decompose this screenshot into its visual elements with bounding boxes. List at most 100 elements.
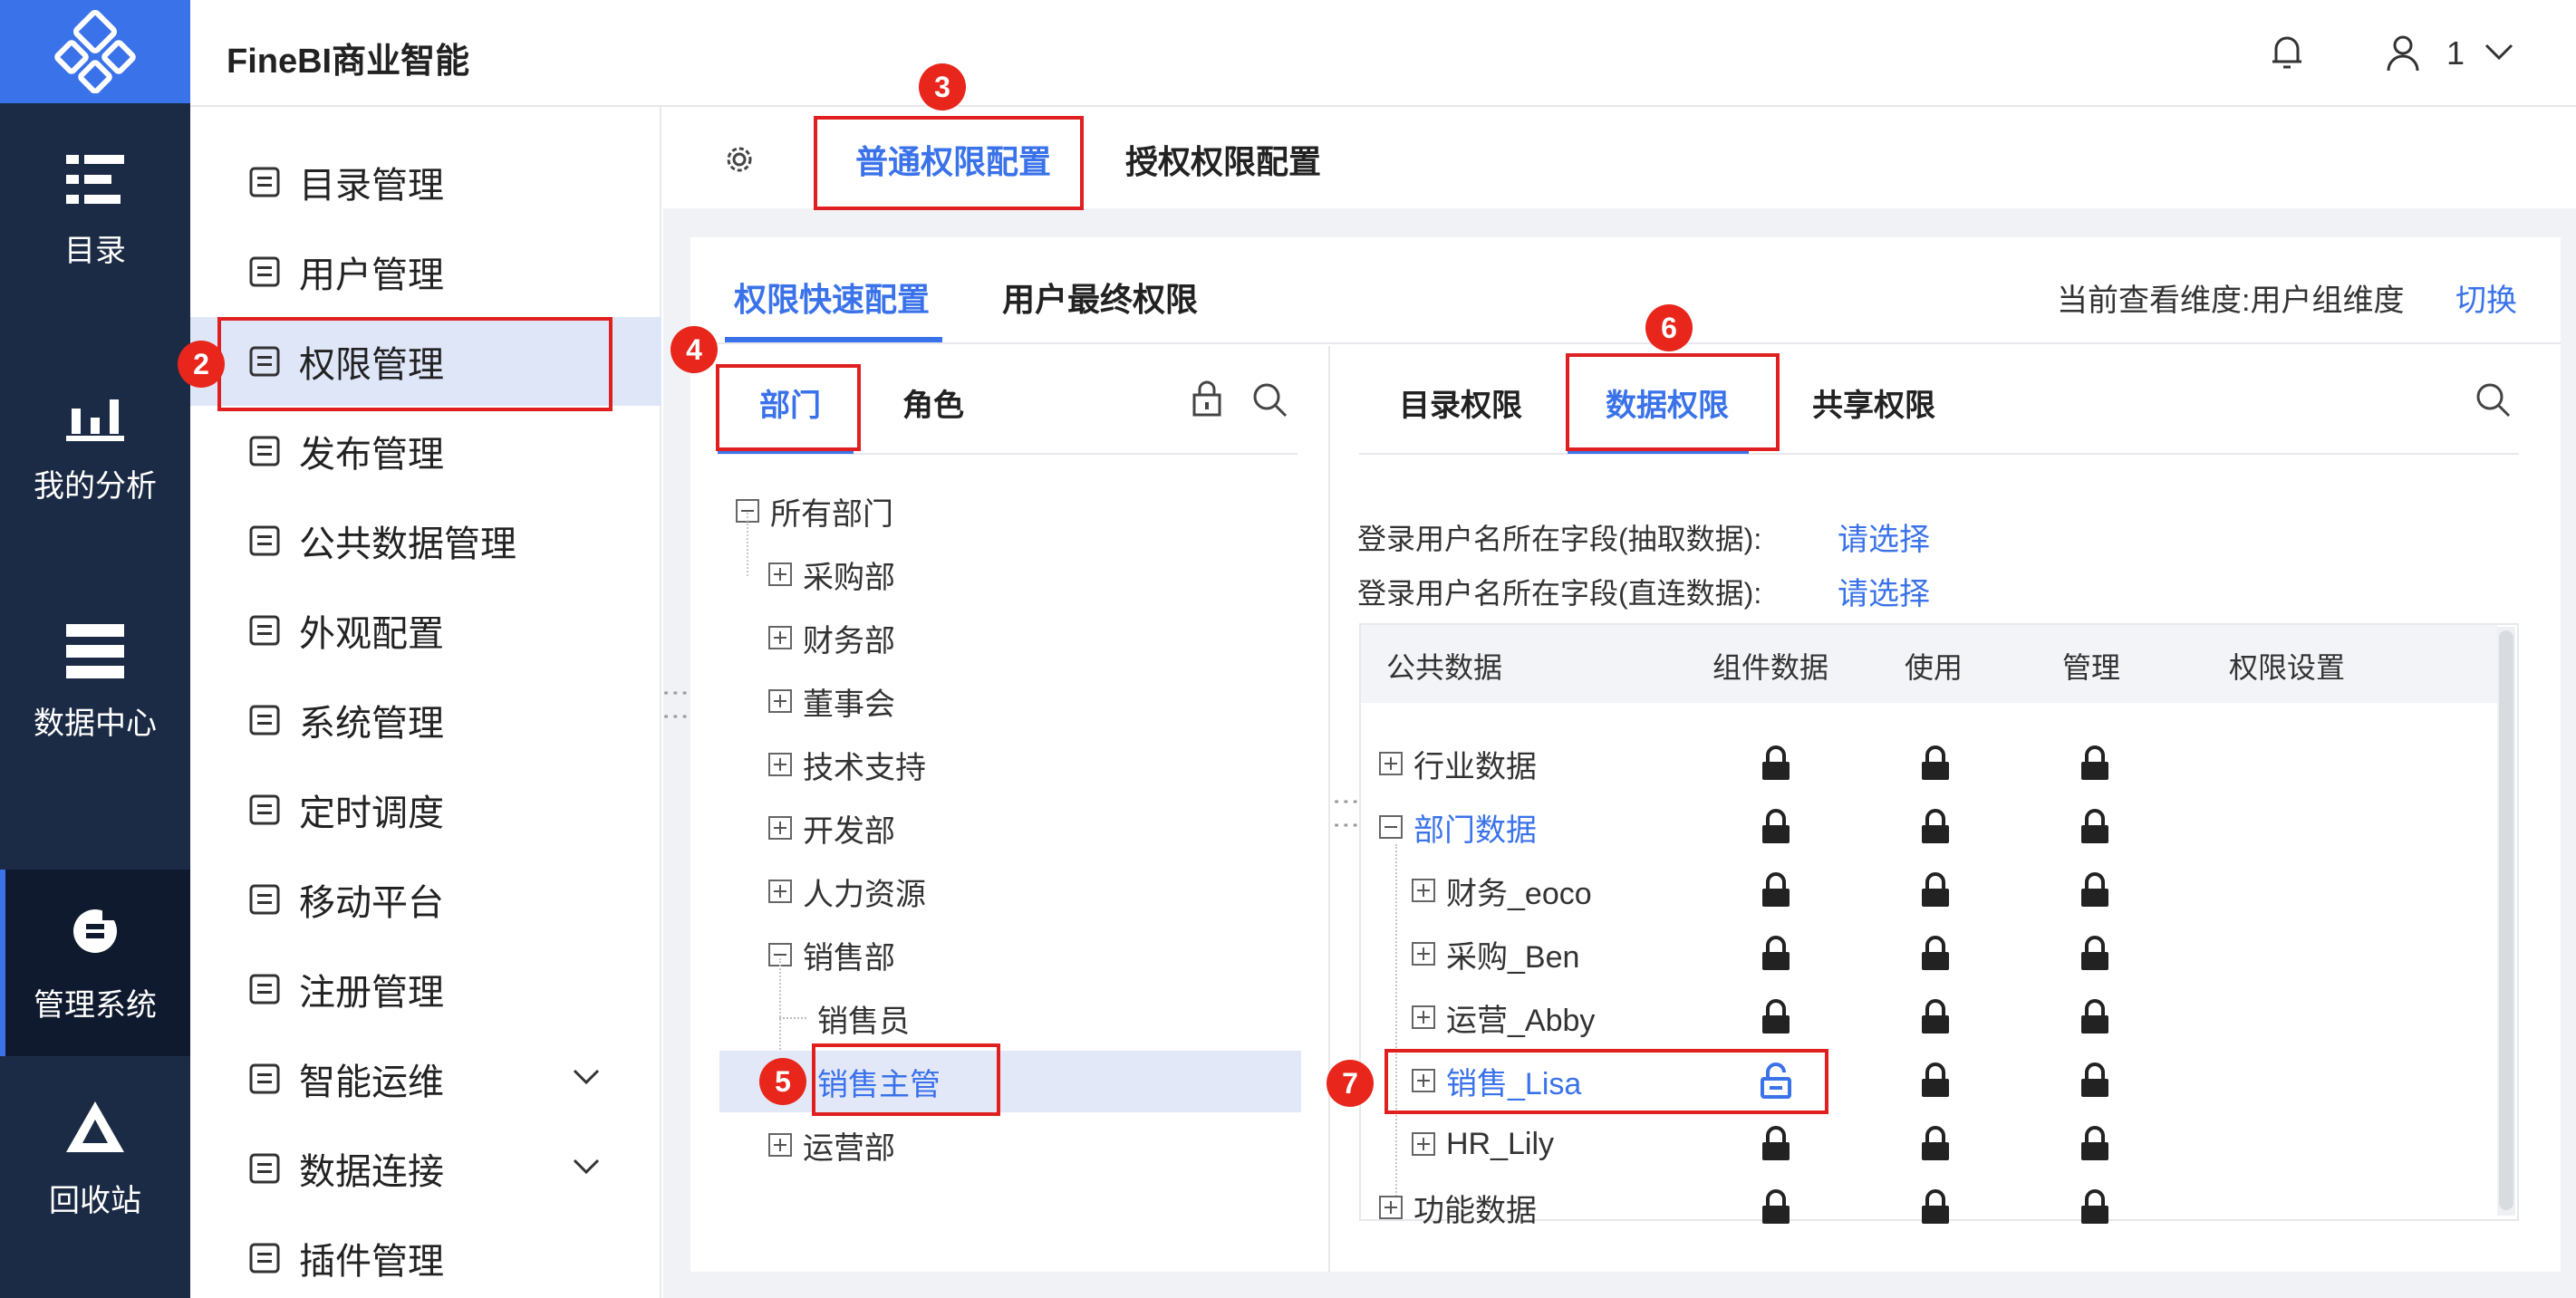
column-component-data: 组件数据 [1713, 651, 1829, 684]
lock-icon[interactable] [1189, 380, 1225, 417]
user-icon[interactable] [2383, 33, 2423, 72]
expand-icon[interactable] [1412, 1132, 1435, 1156]
manage-lock-icon[interactable] [2079, 1126, 2111, 1162]
use-lock-icon[interactable] [1919, 999, 1952, 1035]
tree-node-salesperson[interactable]: 销售员 [779, 987, 910, 1049]
rail-item-recycle[interactable]: 回收站 [0, 1056, 190, 1264]
menu-item-label: 智能运维 [299, 1062, 444, 1102]
data-row[interactable]: HR_Lily [1412, 1112, 1554, 1176]
collapse-icon[interactable] [1379, 815, 1403, 839]
component-lock-icon[interactable] [1760, 1189, 1792, 1226]
tab-share-permission[interactable]: 共享权限 [1812, 380, 1935, 425]
expand-icon[interactable] [1412, 1005, 1435, 1029]
component-lock-icon[interactable] [1760, 809, 1792, 845]
manage-lock-icon[interactable] [2079, 809, 2111, 845]
search-icon[interactable] [1250, 380, 1288, 418]
pane-splitter[interactable]: ⋮⋮ [660, 679, 691, 726]
expand-icon[interactable] [1412, 942, 1435, 966]
use-lock-icon[interactable] [1919, 809, 1952, 845]
bell-icon[interactable] [2267, 33, 2307, 72]
data-row[interactable]: 财务_eoco [1412, 859, 1592, 922]
switch-dimension-link[interactable]: 切换 [2455, 275, 2517, 320]
component-lock-icon[interactable] [1760, 745, 1792, 782]
rail-item-analysis[interactable]: 我的分析 [0, 339, 190, 556]
tab-quick-config[interactable]: 权限快速配置 [734, 274, 930, 321]
expand-icon[interactable] [768, 753, 792, 776]
expand-icon[interactable] [1379, 752, 1403, 775]
menu-item-public-data[interactable]: 公共数据管理 [190, 496, 661, 585]
app-logo[interactable] [0, 0, 190, 103]
data-row[interactable]: 功能数据 [1379, 1176, 1537, 1239]
tree-node-dept[interactable]: 董事会 [768, 670, 895, 732]
user-name[interactable]: 1 [2446, 34, 2465, 72]
component-lock-icon[interactable] [1760, 1126, 1792, 1162]
pane-splitter[interactable]: ⋮⋮ [1330, 788, 1362, 835]
menu-item-label: 公共数据管理 [299, 524, 516, 564]
menu-item-ops[interactable]: 智能运维 [190, 1034, 661, 1123]
menu-item-publish[interactable]: 发布管理 [190, 407, 661, 495]
menu-item-mobile[interactable]: 移动平台 [190, 855, 661, 944]
component-lock-icon[interactable] [1760, 936, 1792, 972]
tree-node-sales[interactable]: 销售部 [768, 924, 895, 986]
use-lock-icon[interactable] [1919, 936, 1952, 972]
expand-icon[interactable] [1379, 1196, 1403, 1219]
data-row[interactable]: 部门数据 [1379, 795, 1537, 859]
tree-node-dept[interactable]: 采购部 [768, 543, 895, 605]
expand-icon[interactable] [768, 562, 792, 586]
menu-item-list[interactable]: 目录管理 [190, 138, 661, 226]
manage-lock-icon[interactable] [2079, 1189, 2111, 1226]
expand-icon[interactable] [768, 880, 792, 903]
tree-node-label: 销售员 [817, 1004, 910, 1039]
manage-lock-icon[interactable] [2079, 936, 2111, 972]
use-lock-icon[interactable] [1919, 872, 1952, 909]
tree-node-root[interactable]: 所有部门 [736, 480, 893, 542]
rail-item-management[interactable]: 管理系统 [0, 870, 190, 1056]
tree-node-dept[interactable]: 财务部 [768, 607, 895, 668]
menu-item-settings[interactable]: 系统管理 [190, 676, 661, 764]
menu-item-appearance[interactable]: 外观配置 [190, 586, 661, 675]
expand-icon[interactable] [768, 689, 792, 713]
extract-field-select[interactable]: 请选择 [1838, 514, 1930, 559]
chevron-down-icon[interactable] [571, 1063, 602, 1091]
component-lock-icon[interactable] [1760, 872, 1792, 909]
expand-icon[interactable] [768, 816, 792, 840]
use-lock-icon[interactable] [1919, 1126, 1952, 1162]
manage-lock-icon[interactable] [2079, 999, 2111, 1035]
tree-node-dept[interactable]: 开发部 [768, 797, 895, 859]
rail-item-catalog[interactable]: 目录 [0, 103, 190, 321]
expand-icon[interactable] [1412, 879, 1435, 902]
table-scrollbar-thumb[interactable] [2499, 630, 2513, 1210]
column-permission-setting: 权限设置 [2229, 651, 2346, 684]
menu-item-link[interactable]: 数据连接 [190, 1124, 661, 1213]
data-row[interactable]: 运营_Abby [1412, 986, 1595, 1049]
search-icon[interactable] [2474, 380, 2512, 418]
tree-node-ops[interactable]: 运营部 [768, 1114, 895, 1176]
chevron-down-icon[interactable] [2483, 38, 2515, 65]
tree-node-dept[interactable]: 技术支持 [768, 734, 926, 795]
tab-catalog-permission[interactable]: 目录权限 [1399, 380, 1522, 425]
menu-item-register[interactable]: 注册管理 [190, 945, 661, 1034]
menu-item-user[interactable]: 用户管理 [190, 227, 661, 316]
component-lock-icon[interactable] [1760, 999, 1792, 1035]
direct-field-select[interactable]: 请选择 [1838, 569, 1930, 613]
menu-item-plugin[interactable]: 插件管理 [190, 1214, 661, 1298]
manage-lock-icon[interactable] [2079, 745, 2111, 782]
use-lock-icon[interactable] [1919, 745, 1952, 782]
chevron-down-icon[interactable] [571, 1153, 602, 1180]
tab-final-permission[interactable]: 用户最终权限 [1002, 274, 1198, 321]
use-lock-icon[interactable] [1919, 1062, 1952, 1099]
data-row[interactable]: 采购_Ben [1412, 922, 1579, 986]
manage-lock-icon[interactable] [2079, 872, 2111, 909]
use-lock-icon[interactable] [1919, 1189, 1952, 1226]
expand-icon[interactable] [768, 1133, 792, 1157]
rail-item-data-center[interactable]: 数据中心 [0, 574, 190, 792]
gear-icon[interactable] [721, 141, 757, 178]
menu-item-timer[interactable]: 定时调度 [190, 765, 661, 854]
tree-node-sales-manager[interactable]: 销售主管 [719, 1051, 1301, 1112]
manage-lock-icon[interactable] [2079, 1062, 2111, 1099]
tree-node-dept[interactable]: 人力资源 [768, 861, 926, 922]
data-row[interactable]: 行业数据 [1379, 732, 1537, 795]
tab-grant-permission[interactable]: 授权权限配置 [1125, 136, 1321, 183]
tab-role[interactable]: 角色 [902, 380, 964, 425]
expand-icon[interactable] [768, 626, 792, 649]
